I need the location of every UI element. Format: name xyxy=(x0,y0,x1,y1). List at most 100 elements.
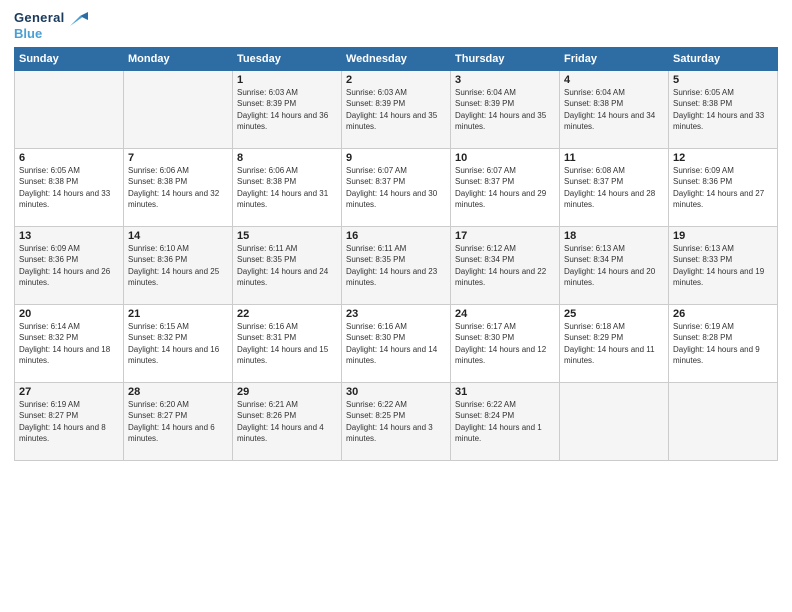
day-info: Sunrise: 6:09 AMSunset: 8:36 PMDaylight:… xyxy=(19,243,119,288)
calendar-cell: 14Sunrise: 6:10 AMSunset: 8:36 PMDayligh… xyxy=(124,227,233,305)
day-info: Sunrise: 6:21 AMSunset: 8:26 PMDaylight:… xyxy=(237,399,337,444)
day-number: 2 xyxy=(346,74,446,86)
day-number: 31 xyxy=(455,386,555,398)
day-info: Sunrise: 6:22 AMSunset: 8:25 PMDaylight:… xyxy=(346,399,446,444)
day-info: Sunrise: 6:18 AMSunset: 8:29 PMDaylight:… xyxy=(564,321,664,366)
day-info: Sunrise: 6:05 AMSunset: 8:38 PMDaylight:… xyxy=(19,165,119,210)
day-number: 19 xyxy=(673,230,773,242)
calendar-cell: 29Sunrise: 6:21 AMSunset: 8:26 PMDayligh… xyxy=(233,383,342,461)
calendar-cell: 15Sunrise: 6:11 AMSunset: 8:35 PMDayligh… xyxy=(233,227,342,305)
day-info: Sunrise: 6:03 AMSunset: 8:39 PMDaylight:… xyxy=(346,87,446,132)
day-number: 4 xyxy=(564,74,664,86)
day-info: Sunrise: 6:06 AMSunset: 8:38 PMDaylight:… xyxy=(128,165,228,210)
calendar-cell: 2Sunrise: 6:03 AMSunset: 8:39 PMDaylight… xyxy=(342,71,451,149)
day-info: Sunrise: 6:11 AMSunset: 8:35 PMDaylight:… xyxy=(346,243,446,288)
day-number: 29 xyxy=(237,386,337,398)
weekday-header-saturday: Saturday xyxy=(669,48,778,71)
day-info: Sunrise: 6:03 AMSunset: 8:39 PMDaylight:… xyxy=(237,87,337,132)
calendar-cell: 19Sunrise: 6:13 AMSunset: 8:33 PMDayligh… xyxy=(669,227,778,305)
day-number: 21 xyxy=(128,308,228,320)
day-info: Sunrise: 6:13 AMSunset: 8:33 PMDaylight:… xyxy=(673,243,773,288)
calendar-cell: 26Sunrise: 6:19 AMSunset: 8:28 PMDayligh… xyxy=(669,305,778,383)
logo-text-blue: Blue xyxy=(14,26,88,42)
page: General Blue SundayMondayTuesdayWednesda… xyxy=(0,0,792,612)
day-number: 3 xyxy=(455,74,555,86)
day-info: Sunrise: 6:09 AMSunset: 8:36 PMDaylight:… xyxy=(673,165,773,210)
calendar-week-4: 20Sunrise: 6:14 AMSunset: 8:32 PMDayligh… xyxy=(15,305,778,383)
weekday-header-monday: Monday xyxy=(124,48,233,71)
day-number: 25 xyxy=(564,308,664,320)
calendar-cell: 7Sunrise: 6:06 AMSunset: 8:38 PMDaylight… xyxy=(124,149,233,227)
calendar-cell: 17Sunrise: 6:12 AMSunset: 8:34 PMDayligh… xyxy=(451,227,560,305)
calendar-week-1: 1Sunrise: 6:03 AMSunset: 8:39 PMDaylight… xyxy=(15,71,778,149)
calendar-cell xyxy=(15,71,124,149)
day-info: Sunrise: 6:16 AMSunset: 8:31 PMDaylight:… xyxy=(237,321,337,366)
day-info: Sunrise: 6:19 AMSunset: 8:28 PMDaylight:… xyxy=(673,321,773,366)
calendar-cell: 4Sunrise: 6:04 AMSunset: 8:38 PMDaylight… xyxy=(560,71,669,149)
day-number: 7 xyxy=(128,152,228,164)
weekday-header-thursday: Thursday xyxy=(451,48,560,71)
calendar-cell: 18Sunrise: 6:13 AMSunset: 8:34 PMDayligh… xyxy=(560,227,669,305)
day-info: Sunrise: 6:17 AMSunset: 8:30 PMDaylight:… xyxy=(455,321,555,366)
calendar-cell: 1Sunrise: 6:03 AMSunset: 8:39 PMDaylight… xyxy=(233,71,342,149)
day-info: Sunrise: 6:13 AMSunset: 8:34 PMDaylight:… xyxy=(564,243,664,288)
day-number: 9 xyxy=(346,152,446,164)
calendar-cell: 30Sunrise: 6:22 AMSunset: 8:25 PMDayligh… xyxy=(342,383,451,461)
day-info: Sunrise: 6:07 AMSunset: 8:37 PMDaylight:… xyxy=(455,165,555,210)
calendar-cell: 27Sunrise: 6:19 AMSunset: 8:27 PMDayligh… xyxy=(15,383,124,461)
day-number: 17 xyxy=(455,230,555,242)
day-info: Sunrise: 6:15 AMSunset: 8:32 PMDaylight:… xyxy=(128,321,228,366)
day-info: Sunrise: 6:20 AMSunset: 8:27 PMDaylight:… xyxy=(128,399,228,444)
day-info: Sunrise: 6:04 AMSunset: 8:39 PMDaylight:… xyxy=(455,87,555,132)
day-number: 15 xyxy=(237,230,337,242)
calendar-cell: 25Sunrise: 6:18 AMSunset: 8:29 PMDayligh… xyxy=(560,305,669,383)
day-number: 26 xyxy=(673,308,773,320)
logo: General Blue xyxy=(14,10,88,41)
day-number: 14 xyxy=(128,230,228,242)
weekday-header-sunday: Sunday xyxy=(15,48,124,71)
day-number: 23 xyxy=(346,308,446,320)
day-info: Sunrise: 6:04 AMSunset: 8:38 PMDaylight:… xyxy=(564,87,664,132)
day-number: 18 xyxy=(564,230,664,242)
weekday-header-wednesday: Wednesday xyxy=(342,48,451,71)
day-number: 1 xyxy=(237,74,337,86)
day-number: 28 xyxy=(128,386,228,398)
calendar-cell: 20Sunrise: 6:14 AMSunset: 8:32 PMDayligh… xyxy=(15,305,124,383)
calendar-cell: 6Sunrise: 6:05 AMSunset: 8:38 PMDaylight… xyxy=(15,149,124,227)
day-number: 27 xyxy=(19,386,119,398)
day-info: Sunrise: 6:22 AMSunset: 8:24 PMDaylight:… xyxy=(455,399,555,444)
calendar-cell xyxy=(560,383,669,461)
day-number: 13 xyxy=(19,230,119,242)
calendar-cell: 9Sunrise: 6:07 AMSunset: 8:37 PMDaylight… xyxy=(342,149,451,227)
day-number: 11 xyxy=(564,152,664,164)
day-number: 20 xyxy=(19,308,119,320)
calendar-cell xyxy=(124,71,233,149)
calendar-week-3: 13Sunrise: 6:09 AMSunset: 8:36 PMDayligh… xyxy=(15,227,778,305)
day-number: 5 xyxy=(673,74,773,86)
calendar-cell xyxy=(669,383,778,461)
day-info: Sunrise: 6:12 AMSunset: 8:34 PMDaylight:… xyxy=(455,243,555,288)
calendar-cell: 10Sunrise: 6:07 AMSunset: 8:37 PMDayligh… xyxy=(451,149,560,227)
calendar-week-2: 6Sunrise: 6:05 AMSunset: 8:38 PMDaylight… xyxy=(15,149,778,227)
day-info: Sunrise: 6:11 AMSunset: 8:35 PMDaylight:… xyxy=(237,243,337,288)
day-info: Sunrise: 6:05 AMSunset: 8:38 PMDaylight:… xyxy=(673,87,773,132)
day-number: 8 xyxy=(237,152,337,164)
calendar-week-5: 27Sunrise: 6:19 AMSunset: 8:27 PMDayligh… xyxy=(15,383,778,461)
calendar-cell: 3Sunrise: 6:04 AMSunset: 8:39 PMDaylight… xyxy=(451,71,560,149)
calendar-cell: 28Sunrise: 6:20 AMSunset: 8:27 PMDayligh… xyxy=(124,383,233,461)
day-info: Sunrise: 6:14 AMSunset: 8:32 PMDaylight:… xyxy=(19,321,119,366)
calendar-cell: 31Sunrise: 6:22 AMSunset: 8:24 PMDayligh… xyxy=(451,383,560,461)
day-info: Sunrise: 6:07 AMSunset: 8:37 PMDaylight:… xyxy=(346,165,446,210)
calendar-cell: 8Sunrise: 6:06 AMSunset: 8:38 PMDaylight… xyxy=(233,149,342,227)
calendar-header-row: SundayMondayTuesdayWednesdayThursdayFrid… xyxy=(15,48,778,71)
calendar-cell: 22Sunrise: 6:16 AMSunset: 8:31 PMDayligh… xyxy=(233,305,342,383)
day-number: 6 xyxy=(19,152,119,164)
day-number: 22 xyxy=(237,308,337,320)
header: General Blue xyxy=(14,10,778,41)
day-info: Sunrise: 6:19 AMSunset: 8:27 PMDaylight:… xyxy=(19,399,119,444)
weekday-header-tuesday: Tuesday xyxy=(233,48,342,71)
calendar-cell: 16Sunrise: 6:11 AMSunset: 8:35 PMDayligh… xyxy=(342,227,451,305)
day-number: 30 xyxy=(346,386,446,398)
day-number: 10 xyxy=(455,152,555,164)
day-info: Sunrise: 6:08 AMSunset: 8:37 PMDaylight:… xyxy=(564,165,664,210)
